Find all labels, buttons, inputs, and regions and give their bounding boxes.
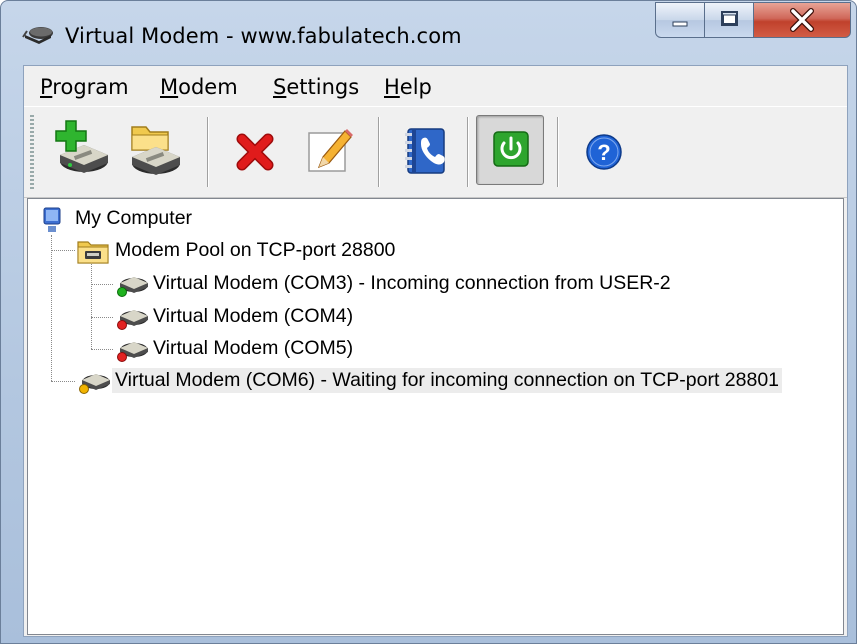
- menu-settings[interactable]: Settings: [273, 75, 359, 99]
- toolbar-separator: [467, 117, 469, 187]
- status-dot: [117, 320, 127, 330]
- status-dot: [117, 287, 127, 297]
- delete-icon: [236, 133, 274, 171]
- add-modem-pool-icon: [131, 126, 180, 175]
- tree-node-label: Virtual Modem (COM6) - Waiting for incom…: [112, 368, 783, 393]
- menu-modem[interactable]: Modem: [160, 75, 238, 99]
- tree-node-modem-com4[interactable]: Virtual Modem (COM4): [36, 302, 436, 332]
- tree-node-modem-com6[interactable]: Virtual Modem (COM6) - Waiting for incom…: [36, 366, 836, 396]
- maximize-button[interactable]: [704, 2, 754, 38]
- tree-node-modem-com5[interactable]: Virtual Modem (COM5): [36, 334, 436, 364]
- device-tree[interactable]: My Computer Modem Pool on TCP-port 28800: [27, 198, 844, 635]
- tree-node-label: Virtual Modem (COM4): [153, 305, 354, 327]
- modem-icon: [117, 342, 148, 362]
- tree-node-my-computer[interactable]: My Computer: [36, 204, 336, 234]
- add-modem-icon: [55, 120, 108, 173]
- modem-icon: [117, 277, 148, 297]
- toolbar-separator: [207, 117, 209, 187]
- toolbar-separator: [557, 117, 559, 187]
- tree-node-label: Modem Pool on TCP-port 28800: [115, 239, 396, 261]
- window-title: Virtual Modem - www.fabulatech.com: [65, 24, 462, 48]
- help-button[interactable]: ?: [570, 115, 638, 185]
- folder-modem-icon: [77, 241, 109, 264]
- minimize-button[interactable]: [655, 2, 705, 38]
- svg-text:?: ?: [597, 140, 610, 165]
- title-bar[interactable]: Virtual Modem - www.fabulatech.com: [1, 1, 856, 61]
- maximize-icon: [721, 11, 738, 26]
- tree-node-label: My Computer: [75, 207, 193, 229]
- phonebook-icon: [405, 128, 445, 174]
- menu-program[interactable]: Program: [40, 75, 129, 99]
- power-icon: [493, 131, 529, 167]
- tree-node-modem-pool[interactable]: Modem Pool on TCP-port 28800: [36, 236, 456, 266]
- power-button[interactable]: [476, 115, 544, 185]
- tree-node-label: Virtual Modem (COM5): [153, 337, 354, 359]
- phonebook-button[interactable]: [392, 115, 460, 185]
- close-icon: [790, 8, 814, 32]
- client-area: Program Modem Settings Help ? My Compute…: [23, 65, 848, 637]
- toolbar-separator: [378, 117, 380, 187]
- minimize-icon: [672, 21, 688, 27]
- status-dot: [117, 352, 127, 362]
- tree-node-label: Virtual Modem (COM3) - Incoming connecti…: [153, 272, 671, 294]
- menu-bar: Program Modem Settings Help: [24, 66, 847, 106]
- edit-button[interactable]: [295, 115, 363, 185]
- edit-pencil-icon: [308, 129, 353, 172]
- menu-help[interactable]: Help: [384, 75, 432, 99]
- modem-icon: [117, 310, 148, 330]
- close-button[interactable]: [753, 2, 851, 38]
- toolbar: ?: [24, 106, 847, 198]
- computer-icon: [43, 207, 61, 232]
- modem-icon: [79, 374, 110, 394]
- modem-app-icon: [22, 27, 53, 44]
- delete-button[interactable]: [222, 115, 290, 185]
- toolbar-grip[interactable]: [30, 115, 34, 189]
- status-dot: [79, 384, 89, 394]
- add-modem-pool-button[interactable]: [118, 115, 186, 185]
- tree-node-modem-com3[interactable]: Virtual Modem (COM3) - Incoming connecti…: [36, 269, 756, 299]
- app-window: Virtual Modem - www.fabulatech.com Progr…: [0, 0, 857, 644]
- help-icon: ?: [586, 134, 622, 170]
- add-modem-button[interactable]: [48, 115, 116, 185]
